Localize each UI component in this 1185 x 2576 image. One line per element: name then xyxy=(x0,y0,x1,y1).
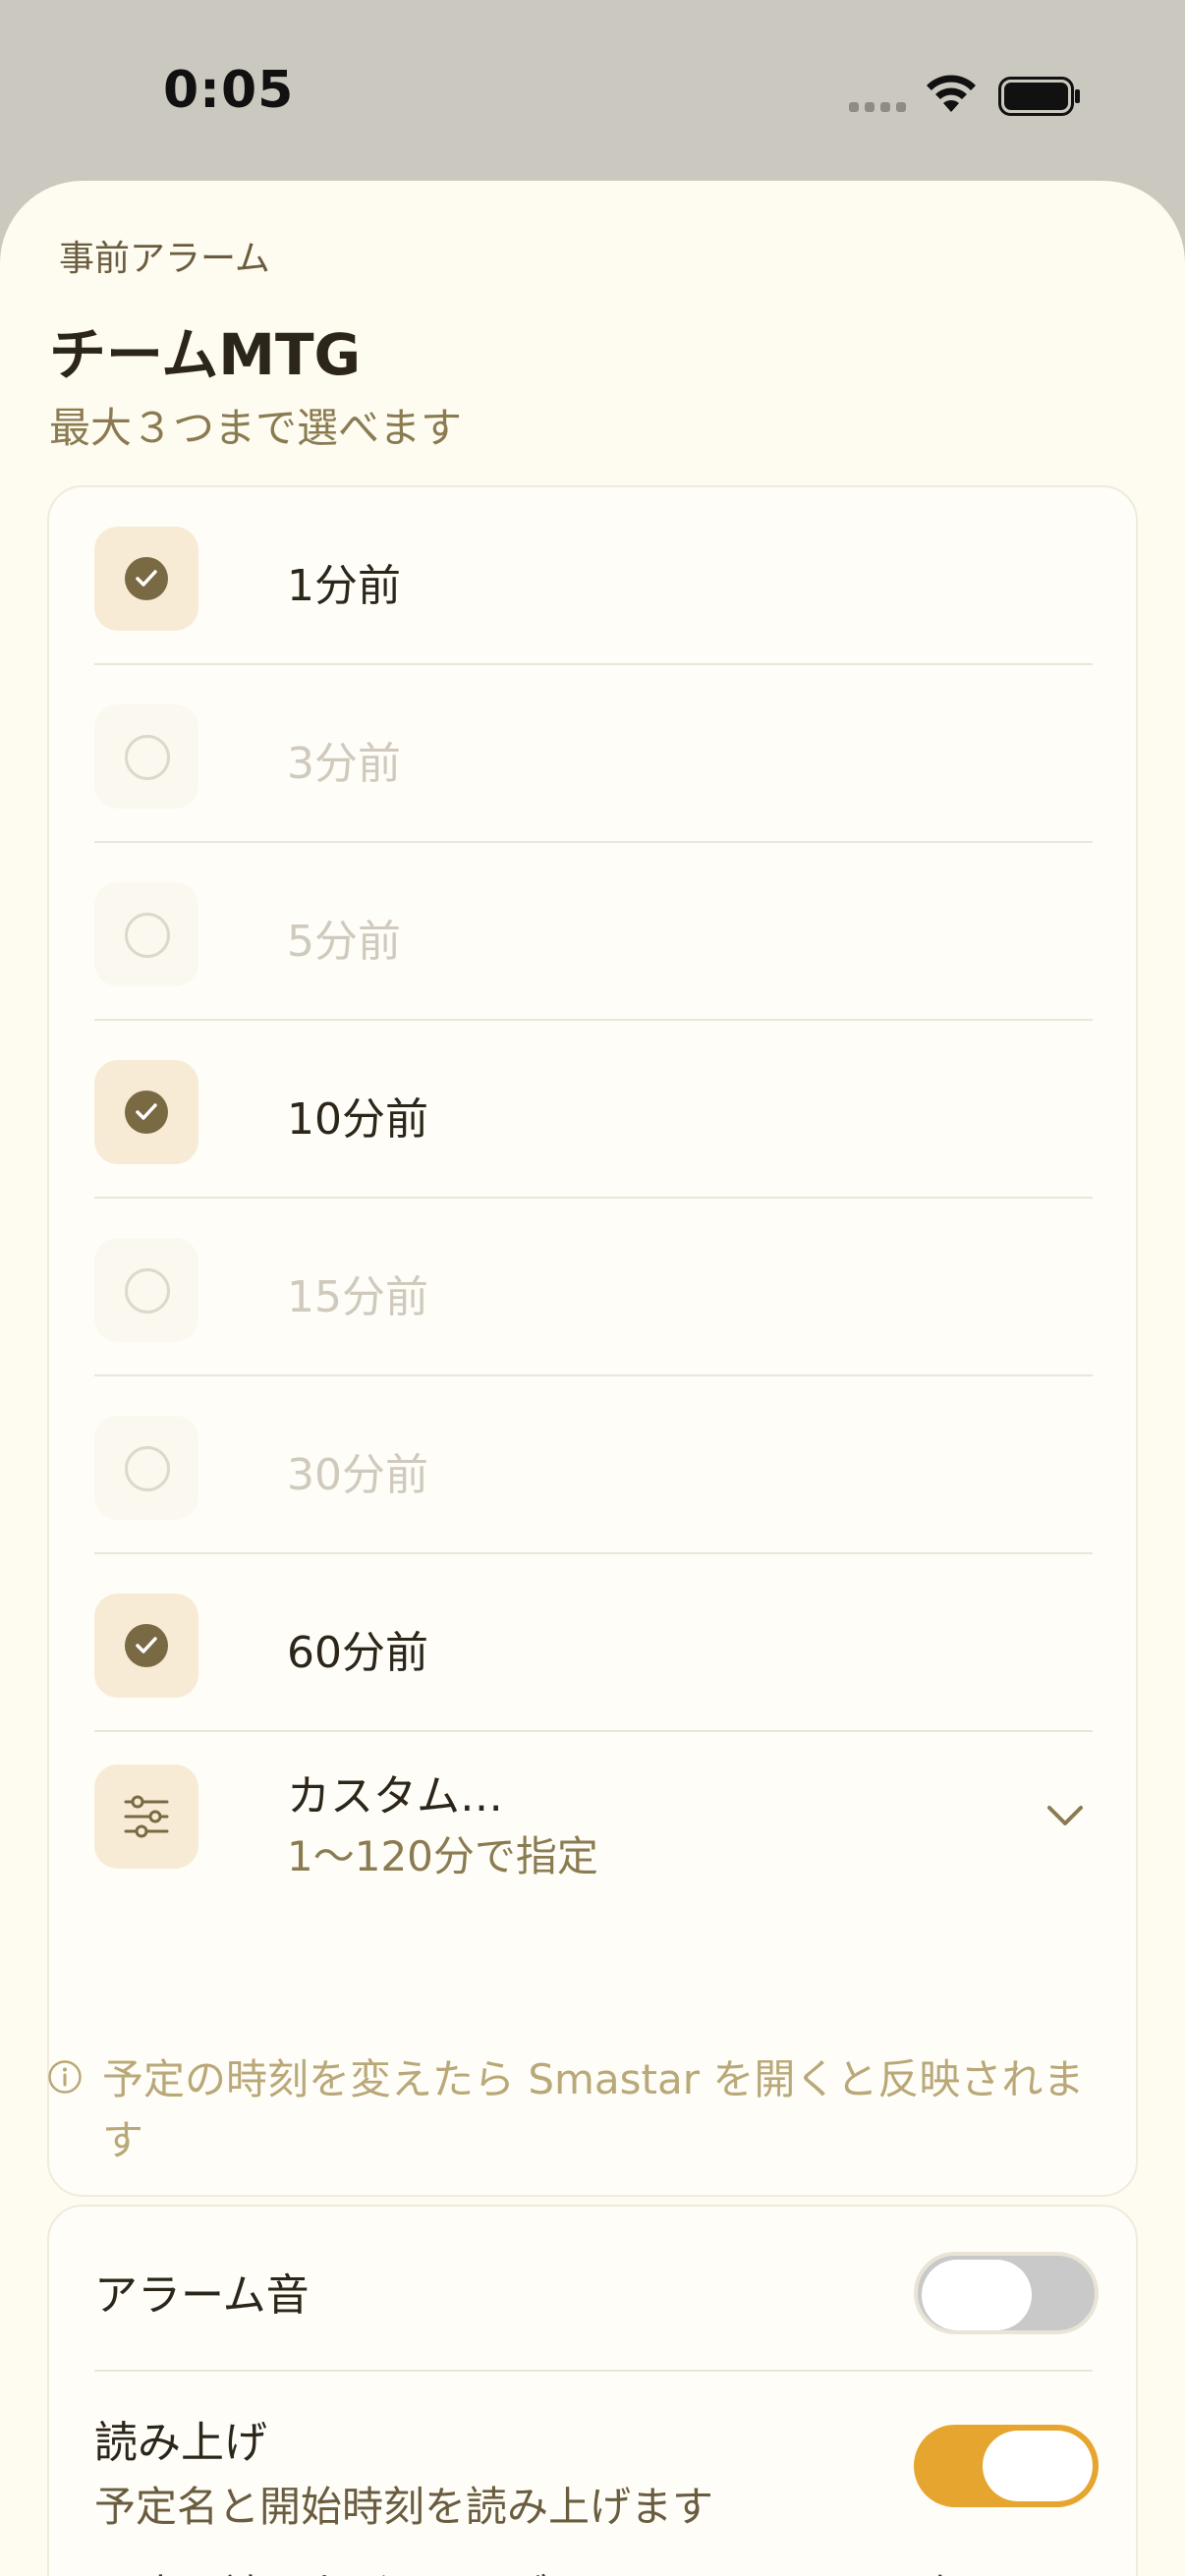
empty-circle-icon xyxy=(125,1446,170,1491)
checkmark-icon xyxy=(125,1091,168,1134)
custom-subtitle: 1〜120分で指定 xyxy=(287,1832,598,1880)
wifi-icon xyxy=(927,75,976,112)
custom-title: カスタム… xyxy=(287,1771,503,1821)
option-label: 1分前 xyxy=(287,561,401,611)
alarm-sound-toggle[interactable] xyxy=(914,2252,1099,2334)
alarm-sound-label: アラーム音 xyxy=(94,2270,310,2321)
checkbox[interactable] xyxy=(94,704,198,809)
option-30min[interactable]: 30分前 xyxy=(94,1376,1093,1554)
info-icon xyxy=(48,2060,82,2094)
option-3min[interactable]: 3分前 xyxy=(94,665,1093,843)
status-time: 0:05 xyxy=(163,61,295,120)
read-aloud-label: 読み上げ xyxy=(94,2418,267,2468)
checkbox[interactable] xyxy=(94,1416,198,1520)
toggle-knob xyxy=(922,2260,1032,2330)
checkbox[interactable] xyxy=(94,1060,198,1164)
option-label: 10分前 xyxy=(287,1094,428,1145)
read-aloud-description: 予定名と開始時刻を読み上げます xyxy=(94,2483,714,2531)
alarm-sound-row: アラーム音 xyxy=(94,2207,1099,2372)
sliders-icon xyxy=(94,1764,198,1869)
option-1min[interactable]: 1分前 xyxy=(94,487,1093,665)
empty-circle-icon xyxy=(125,913,170,958)
divider xyxy=(94,1730,1093,1732)
cellular-signal-icon xyxy=(849,102,908,114)
option-label: 30分前 xyxy=(287,1450,428,1500)
checkmark-icon xyxy=(125,557,168,600)
chevron-down-icon[interactable] xyxy=(1044,1794,1087,1837)
checkbox[interactable] xyxy=(94,1594,198,1698)
checkbox[interactable] xyxy=(94,882,198,986)
option-10min[interactable]: 10分前 xyxy=(94,1021,1093,1199)
checkbox[interactable] xyxy=(94,527,198,631)
option-label: 5分前 xyxy=(287,917,401,967)
empty-circle-icon xyxy=(125,1268,170,1314)
option-label: 15分前 xyxy=(287,1272,428,1322)
cut-off-note: ↗ 声は読み上げます。ブザイドセージ ……通知 xyxy=(92,2562,974,2576)
empty-circle-icon xyxy=(125,735,170,780)
sheet-eyebrow: 事前アラーム xyxy=(59,239,270,279)
alarm-options-card: 1分前 3分前 5分前 10分前 15分前 30分前 60分前 カスタム… 1〜… xyxy=(47,485,1138,2197)
option-5min[interactable]: 5分前 xyxy=(94,843,1093,1021)
alarm-sheet: 事前アラーム チームMTG 最大３つまで選べます 1分前 3分前 5分前 10分… xyxy=(0,181,1185,2576)
page-title: チームMTG xyxy=(49,321,362,388)
option-15min[interactable]: 15分前 xyxy=(94,1199,1093,1376)
settings-card: アラーム音 読み上げ 予定名と開始時刻を読み上げます xyxy=(47,2205,1138,2576)
custom-option[interactable]: カスタム… 1〜120分で指定 xyxy=(94,1764,1093,1961)
read-aloud-toggle[interactable] xyxy=(914,2425,1099,2507)
toggle-knob xyxy=(983,2431,1093,2501)
option-label: 60分前 xyxy=(287,1628,428,1678)
option-60min[interactable]: 60分前 xyxy=(94,1554,1093,1732)
option-label: 3分前 xyxy=(287,739,401,789)
read-aloud-row: 読み上げ 予定名と開始時刻を読み上げます xyxy=(94,2372,1099,2576)
status-bar: 0:05 xyxy=(0,0,1185,187)
battery-icon xyxy=(998,77,1080,116)
info-text: 予定の時刻を変えたら Smastar を開くと反映されます xyxy=(102,2055,1085,2164)
page-subtitle: 最大３つまで選べます xyxy=(49,404,463,452)
checkmark-icon xyxy=(125,1624,168,1667)
checkbox[interactable] xyxy=(94,1238,198,1342)
